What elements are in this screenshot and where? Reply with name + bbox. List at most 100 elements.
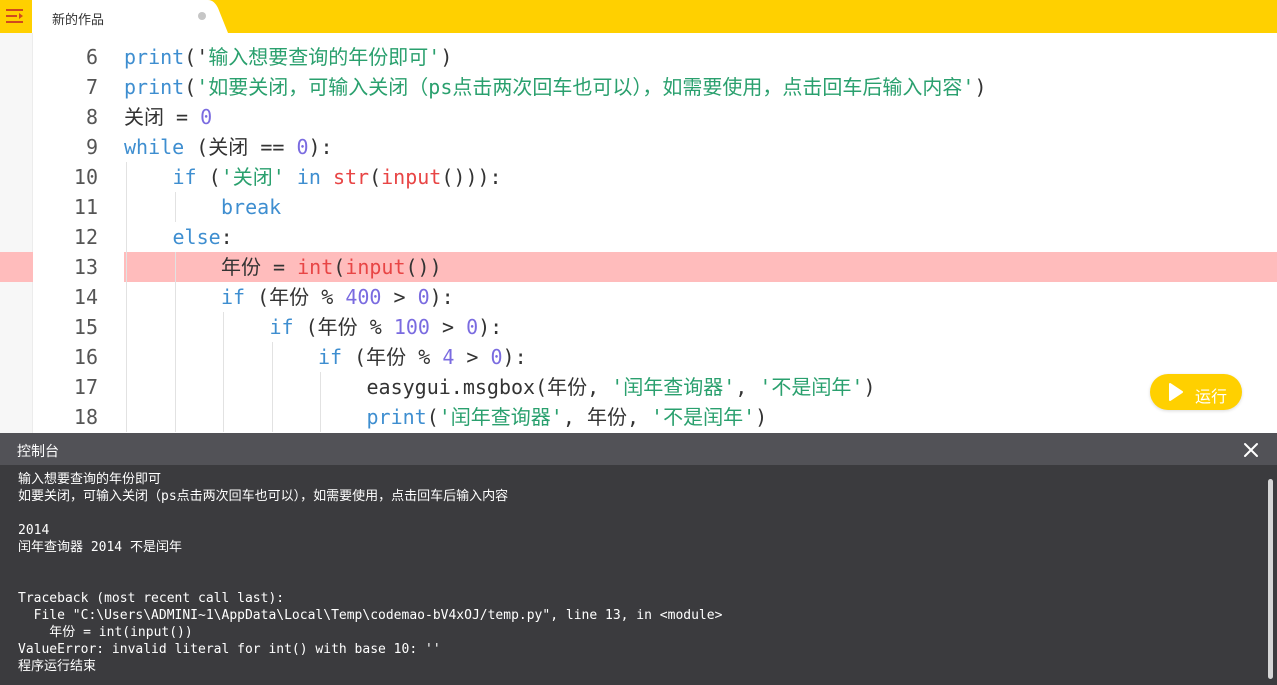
code-text: easygui.msgbox(年份, '闰年查询器', '不是闰年')	[367, 372, 876, 402]
code-token: (	[184, 75, 197, 99]
code-token: >	[429, 315, 467, 339]
code-token: in	[296, 165, 321, 189]
line-number: 13	[33, 252, 124, 282]
code-token: input	[345, 255, 406, 279]
code-token: 0	[417, 285, 430, 309]
run-button[interactable]: 运行	[1150, 374, 1242, 410]
code-line[interactable]: 9 while (关闭 == 0):	[0, 132, 1277, 162]
code-text: if (年份 % 400 > 0):	[221, 282, 454, 312]
code-token: break	[221, 195, 282, 219]
code-text: 关闭 = 0	[124, 102, 212, 132]
console-line: Traceback (most recent call last):	[18, 591, 285, 606]
code-token: if	[172, 165, 197, 189]
indent-guide	[320, 372, 321, 432]
code-token: 年份 =	[221, 255, 298, 279]
code-token: )	[440, 45, 453, 69]
code-text: if (年份 % 4 > 0):	[318, 342, 527, 372]
tab-new-work[interactable]: 新的作品	[32, 0, 228, 33]
code-token: , 年份,	[562, 405, 652, 429]
code-line[interactable]: 14 if (年份 % 400 > 0):	[0, 282, 1277, 312]
code-line[interactable]: 10 if ('关闭' in str(input())):	[0, 162, 1277, 192]
code-token: '不是闰年'	[759, 375, 864, 399]
code-line[interactable]: 18 print('闰年查询器', 年份, '不是闰年')	[0, 402, 1277, 432]
console-panel: 控制台 输入想要查询的年份即可 如要关闭，可输入关闭（ps点击两次回车也可以），如…	[0, 433, 1277, 685]
line-number: 18	[73, 405, 98, 429]
menu-indent-icon	[6, 9, 23, 23]
code-text: print('如要关闭，可输入关闭（ps点击两次回车也可以），如需要使用，点击回…	[124, 72, 986, 102]
code-token: '如要关闭，可输入关闭（ps点击两次回车也可以），如需要使用，点击回车后输入内容…	[196, 75, 975, 99]
code-token: (	[196, 165, 221, 189]
code-line[interactable]: 8 关闭 = 0	[0, 102, 1277, 132]
code-text: while (关闭 == 0):	[124, 132, 333, 162]
code-token: ,	[735, 375, 760, 399]
code-token: (年份 %	[293, 315, 394, 339]
code-token: (年份 %	[245, 285, 346, 309]
console-output: 输入想要查询的年份即可 如要关闭，可输入关闭（ps点击两次回车也可以），如需要使用…	[18, 471, 1258, 675]
code-token: >	[454, 345, 491, 369]
code-line[interactable]: 17 easygui.msgbox(年份, '闰年查询器', '不是闰年')	[0, 372, 1277, 402]
code-token: 400	[345, 285, 382, 309]
console-header: 控制台	[0, 433, 1277, 465]
code-text: 年份 = int(input())	[221, 252, 442, 282]
code-line[interactable]: 15 if (年份 % 100 > 0):	[0, 312, 1277, 342]
code-token: ):	[478, 315, 503, 339]
code-line[interactable]: 6 print('输入想要查询的年份即可')	[0, 42, 1277, 72]
console-line: ValueError: invalid literal for int() wi…	[18, 642, 441, 657]
code-token: >	[381, 285, 418, 309]
code-line-error[interactable]: 13 年份 = int(input())	[0, 252, 1277, 282]
code-token: 关闭 =	[124, 105, 201, 129]
line-number: 17	[73, 375, 98, 399]
code-token: (	[426, 405, 439, 429]
code-token: else	[172, 225, 221, 249]
console-scrollbar[interactable]	[1268, 479, 1273, 679]
code-token: easygui.msgbox(年份,	[366, 375, 612, 399]
indent-guide	[174, 252, 176, 432]
code-line[interactable]: 11 break	[0, 192, 1277, 222]
console-title: 控制台	[17, 443, 59, 459]
code-line[interactable]: 7 print('如要关闭，可输入关闭（ps点击两次回车也可以），如需要使用，点击…	[0, 72, 1277, 102]
code-editor[interactable]: 6 print('输入想要查询的年份即可') 7 print('如要关闭，可输入关闭（…	[0, 33, 1277, 433]
console-line: 如要关闭，可输入关闭（ps点击两次回车也可以），如需要使用，点击回车后输入内容	[18, 489, 509, 504]
code-token: '闰年查询器'	[611, 375, 736, 399]
play-icon	[1169, 383, 1183, 401]
console-line: 2014	[18, 523, 50, 538]
console-line: 年份 = int(input())	[18, 625, 193, 640]
code-token: while	[124, 135, 185, 159]
console-line: 闰年查询器 2014 不是闰年	[18, 540, 182, 555]
code-token: if	[221, 285, 246, 309]
code-token: input	[381, 165, 442, 189]
line-number: 12	[73, 225, 98, 249]
code-token: 0	[200, 105, 213, 129]
close-icon	[1244, 443, 1258, 457]
code-token: 100	[393, 315, 430, 339]
code-token: ):	[502, 345, 527, 369]
code-token: (年份 %	[342, 345, 443, 369]
console-line: File "C:\Users\ADMINI~1\AppData\Local\Te…	[18, 608, 723, 623]
console-close-button[interactable]	[1242, 441, 1260, 459]
code-token: 0	[466, 315, 479, 339]
indent-guide	[271, 342, 273, 432]
code-token: )	[974, 75, 987, 99]
code-token: (	[333, 255, 346, 279]
line-number: 9	[85, 135, 98, 159]
indent-guide	[126, 162, 127, 432]
top-tab-bar: 新的作品	[0, 0, 1277, 33]
code-token: if	[269, 315, 294, 339]
line-number: 10	[73, 165, 98, 189]
code-token: )	[863, 375, 876, 399]
code-token: )	[755, 405, 768, 429]
code-line[interactable]: 16 if (年份 % 4 > 0):	[0, 342, 1277, 372]
unsaved-dot-icon[interactable]	[198, 12, 206, 20]
code-text: if (年份 % 100 > 0):	[270, 312, 503, 342]
indent-guide	[223, 312, 224, 432]
code-line[interactable]: 12 else:	[0, 222, 1277, 252]
code-token: print	[366, 405, 427, 429]
code-text: break	[221, 192, 281, 222]
code-token: 0	[296, 135, 309, 159]
code-text: print('输入想要查询的年份即可')	[124, 42, 452, 72]
line-number: 11	[73, 195, 98, 219]
code-token: (关闭 ==	[184, 135, 297, 159]
menu-button[interactable]	[0, 0, 32, 33]
